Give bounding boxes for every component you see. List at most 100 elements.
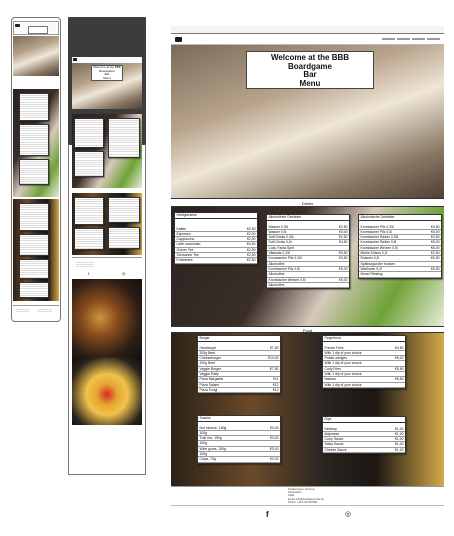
menu-item-name: 200g Beef	[199, 350, 215, 355]
footer-contact: Email: info@boardgame-bar.de Phone: +49 …	[288, 498, 324, 504]
menu-item-name: Chips, 75g	[199, 457, 216, 462]
menu-item-name: Krombacher Weizen 0,5l	[268, 277, 306, 282]
menu-item-price: €5,00	[339, 277, 348, 282]
menu-item-name: Krombacher Pils 0,33l	[268, 256, 302, 261]
tablet-mockup: Welcome at the BBB Boardgame Bar Menu f …	[68, 17, 146, 475]
menu-item-name: Pizza Fungi	[199, 387, 218, 392]
menu-item-name: Krombacher Pils 0,5l	[360, 229, 392, 234]
nav-link-food[interactable]	[412, 37, 425, 40]
menu-row: Mosel Riesling	[359, 272, 441, 278]
menu-item-name: Cappuccino	[176, 237, 195, 242]
menu-item-name: Mühle Kölsch 0,2l	[360, 251, 388, 256]
menu-item-price: €4,50	[247, 242, 256, 247]
nav-link-drinks[interactable]	[397, 37, 410, 40]
soft-drinks-card: Alkoholfreie Getränke Wasser 0,33l €2,50 W…	[266, 214, 350, 290]
menu-item-price: €1,00	[395, 442, 404, 447]
logo-icon[interactable]	[175, 37, 182, 42]
phone-card-1	[19, 93, 49, 121]
phone-footer	[13, 305, 59, 319]
menu-item-price: €5,50	[431, 256, 440, 261]
menu-item-name: Pizza Margarita	[199, 377, 224, 382]
tablet-card-7	[108, 227, 140, 249]
hot-drinks-card: Heißgetränke Kaffee €2,50 Espresso €2,00 Cap…	[174, 212, 258, 265]
menu-item-name: Nachos	[324, 377, 337, 382]
menu-item-price: €3,00	[270, 425, 279, 430]
tablet-card-5	[108, 197, 140, 223]
menu-item-price: €3,50	[431, 224, 440, 229]
tablet-instagram-icon[interactable]: ◎	[122, 271, 126, 276]
footer-address: Straßenname, Nummer Postleitzahl Stadt	[288, 488, 316, 497]
menu-item-price: €4,50	[339, 240, 348, 245]
menu-item-name: Rotwein 0,2l	[360, 256, 380, 261]
menu-item-name: Nut mixture, 150g	[199, 425, 227, 430]
menu-item-name: Spätburgunder trocken	[360, 261, 396, 266]
phone-hero-image	[13, 36, 59, 76]
menu-item-name: With 1 dip of your choice	[324, 382, 362, 387]
menu-item-name: Soft Drinks 0,5l	[268, 240, 292, 245]
menu-item-price: €3,00	[339, 229, 348, 234]
menu-row: Pizza Fungi €12	[198, 387, 280, 394]
menu-item-name: Soft Drinks 0,33l	[268, 235, 294, 240]
phone-card-2	[19, 124, 49, 156]
menu-item-price: €2,50	[247, 258, 256, 263]
menu-item-price: €7,50	[270, 345, 279, 350]
phone-card-7	[19, 282, 49, 298]
menu-item-name: 200g Beef	[199, 361, 215, 366]
menu-item-name: With 1 dip of your choice	[324, 361, 362, 366]
tablet-facebook-icon[interactable]: f	[88, 271, 89, 276]
menu-item-price: €5,50	[395, 366, 404, 371]
tablet-card-2	[108, 118, 140, 158]
nav-link-home[interactable]	[382, 37, 395, 40]
phone-card-5	[19, 234, 49, 256]
menu-item-price: €11	[273, 377, 279, 382]
menu-item-name: Krombacher Radler 0,33l	[360, 235, 399, 240]
menu-item-price: €2,50	[247, 247, 256, 252]
menu-item-price: €5,00	[395, 356, 404, 361]
menu-item-name: Krombacher Pils 0,5l	[268, 266, 300, 271]
menu-item-name: Potato wedges	[324, 356, 347, 361]
menu-item-name: Majonese	[324, 431, 340, 436]
menu-item-price: €2,50	[431, 251, 440, 256]
nav-link-contact[interactable]	[427, 37, 440, 40]
menu-item-price: €2,50	[247, 253, 256, 258]
menu-item-name: Krombacher Radler 0,5l	[360, 240, 397, 245]
menu-item-price: €4,50	[395, 345, 404, 350]
menu-item-name: French Fries	[324, 345, 344, 350]
instagram-icon[interactable]: ◎	[345, 510, 351, 518]
menu-item-price: €3,00	[270, 436, 279, 441]
hero-title-line4: Menu	[299, 78, 321, 88]
menu-item-price: €12	[272, 382, 279, 387]
menu-item-price: €1,00	[395, 426, 404, 431]
menu-item-price: €5,00	[339, 266, 348, 271]
menu-item-price: €5,50	[395, 377, 404, 382]
menu-item-name: Cheese Sauce	[324, 447, 347, 452]
menu-item-name: Krombacher Pils 0,33l	[360, 224, 394, 229]
phone-mockup	[11, 17, 61, 322]
menu-item-price: €5,00	[431, 229, 440, 234]
menu-item-name: Cola, Fanta Sprit	[268, 245, 294, 250]
menu-item-name: Weißwein 0,2l	[360, 266, 382, 271]
site-header	[171, 34, 444, 45]
footer-divider	[171, 505, 444, 506]
tablet-card-6	[74, 228, 104, 250]
menu-item-price: €3,50	[339, 251, 348, 256]
nav-links	[380, 37, 440, 41]
burger-card: Burger Hamburger €7,50 200g Beef Cheeseburg…	[197, 335, 281, 395]
menu-row: Alkoholfrei	[267, 283, 349, 289]
facebook-icon[interactable]: f	[266, 510, 269, 519]
menu-item-name: Vitamalz 0,33l	[268, 251, 290, 256]
menu-item-name: Veggie-Patty	[199, 372, 219, 377]
menu-item-price: €2,50	[247, 237, 256, 242]
browser-chrome	[171, 26, 444, 34]
alcohol-card: Alkoholische Getränke Krombacher Pils 0,…	[358, 214, 442, 279]
menu-item-price: €12	[272, 387, 279, 392]
menu-item-name: Latte macchiato	[176, 242, 201, 247]
menu-item-name: Mosel Riesling	[360, 272, 383, 277]
tablet-nachos-image	[72, 357, 142, 425]
drinks-section-title: Drinks	[171, 198, 444, 207]
menu-item-price: €1,00	[395, 447, 404, 452]
menu-item-price: €3,50	[339, 256, 348, 261]
tablet-card-1	[74, 118, 104, 148]
food-section-title: Food	[171, 326, 444, 333]
menu-item-name: Krombacher Weizen 0,5l	[360, 245, 398, 250]
